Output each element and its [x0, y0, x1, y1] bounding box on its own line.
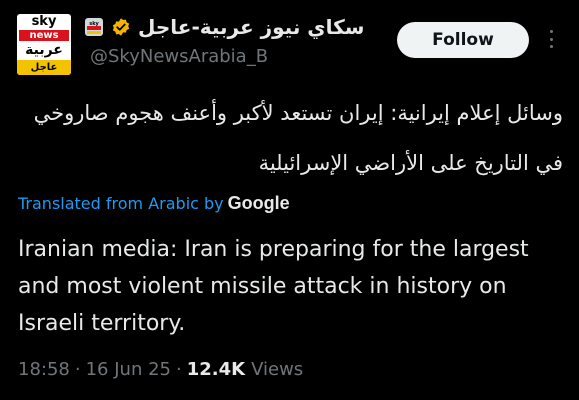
- display-name[interactable]: سكاي نيوز عربية-عاجل: [138, 15, 364, 39]
- meta-separator-2: ·: [176, 358, 182, 380]
- avatar-sky-text: sky: [31, 14, 57, 29]
- tweet-meta: 18:58 · 16 Jun 25 · 12.4K Views: [18, 355, 303, 383]
- account-handle[interactable]: @SkyNewsArabia_B: [90, 46, 268, 67]
- translated-from-label[interactable]: Translated from Arabic by: [18, 194, 224, 213]
- more-vertical-icon[interactable]: [544, 27, 558, 51]
- translation-attribution[interactable]: Translated from Arabic by Google: [18, 191, 290, 215]
- tweet-original-text: وسائل إعلام إيرانية: إيران تستعد لأكبر و…: [33, 101, 563, 175]
- avatar-urgent-text: عاجل: [17, 60, 71, 75]
- follow-button[interactable]: Follow: [397, 22, 529, 58]
- tweet-translated-text: Iranian media: Iran is preparing for the…: [18, 237, 529, 336]
- tweet-time[interactable]: 18:58: [18, 359, 70, 380]
- verified-badge-icon[interactable]: [111, 17, 131, 37]
- tweet-date[interactable]: 16 Jun 25: [86, 359, 171, 380]
- affiliate-badge-icon[interactable]: sky: [84, 17, 104, 37]
- views-label[interactable]: Views: [251, 359, 303, 380]
- avatar[interactable]: sky news عربية عاجل: [17, 14, 71, 75]
- tweet-header: sky news عربية عاجل sky سكاي نيوز عربية-…: [0, 0, 579, 90]
- views-count[interactable]: 12.4K: [187, 359, 245, 380]
- avatar-news-text: news: [19, 30, 69, 41]
- meta-separator: ·: [74, 358, 81, 380]
- name-row: sky سكاي نيوز عربية-عاجل: [84, 13, 364, 41]
- google-logo: Google: [227, 192, 290, 213]
- avatar-arabic-text: عربية: [25, 42, 63, 58]
